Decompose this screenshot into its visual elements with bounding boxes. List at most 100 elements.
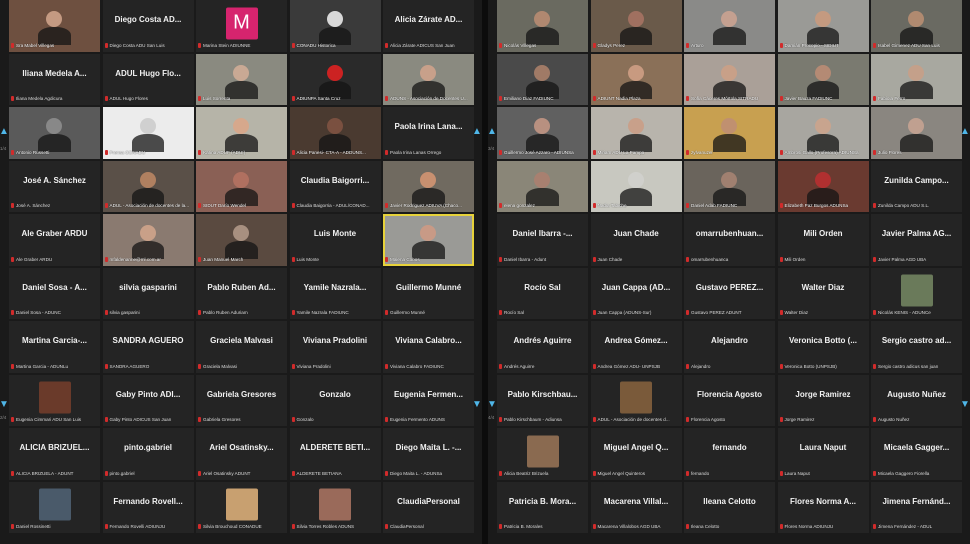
participant-tile[interactable]: Patricia B. Mora... Patricia B. Morales bbox=[497, 481, 588, 533]
participant-tile[interactable]: Guillermo Munné Guillermo Munné bbox=[383, 267, 474, 319]
page-next-down-button[interactable]: ▼ bbox=[960, 391, 970, 417]
participant-tile[interactable]: Graciela Malvasi Graciela Malvasi bbox=[196, 321, 287, 373]
participant-tile[interactable]: silvia gasparini silvia gasparini bbox=[102, 267, 194, 319]
participant-tile[interactable]: ADIUNT Nadia Plaza bbox=[590, 53, 682, 105]
participant-tile[interactable]: Ale Graber ARDU Ale Graber ARDU bbox=[9, 214, 100, 266]
participant-tile[interactable]: Gabriela Gresores Gabriela Gresores bbox=[196, 374, 287, 426]
participant-tile[interactable]: Elizabeth Paz Burgos ADUNSa bbox=[777, 160, 869, 212]
page-prev-down-button[interactable]: ▼ bbox=[487, 391, 497, 417]
participant-tile[interactable]: Jorge Ramirez Jorge Ramirez bbox=[777, 374, 869, 426]
participant-tile[interactable]: Yamile Nazrala... Yamile Nazrala FADIUNC bbox=[289, 267, 381, 319]
participant-tile[interactable]: Javier Rodriguez ADIUVA (Chaco... bbox=[383, 160, 474, 212]
participant-tile[interactable]: Pablo Kirschbau... Pablo Kirschbaum - Adi… bbox=[497, 374, 588, 426]
participant-tile[interactable]: Damián Procopio - SIDIUT bbox=[777, 0, 869, 52]
participant-tile[interactable]: Isabel Gimenez ADU San Luis bbox=[871, 0, 962, 52]
participant-tile[interactable]: Antonio Russetti bbox=[9, 107, 100, 159]
participant-tile[interactable]: Diego Maita L. -... Diego Maita L. - ADUN… bbox=[383, 428, 474, 480]
participant-tile[interactable]: Diego Costa AD... Diego Costa ADU San Lui… bbox=[102, 0, 194, 52]
participant-tile[interactable]: omarrubenhuan... omarrubenhuanca bbox=[684, 214, 775, 266]
participant-tile[interactable]: Fabiola Ferro bbox=[871, 53, 962, 105]
participant-tile[interactable]: Nicolás KENIS - ADUNCe bbox=[871, 267, 962, 319]
participant-tile[interactable]: Alejandro Alejandro bbox=[684, 321, 775, 373]
participant-tile[interactable]: ADUNS - Asociación de Docentes U... bbox=[383, 53, 474, 105]
page-prev-down-button[interactable]: ▼ bbox=[0, 391, 9, 417]
participant-tile[interactable]: Karina ADUF (ADUI) bbox=[196, 107, 287, 159]
participant-tile[interactable]: Sra Mabel Villegas bbox=[9, 0, 100, 52]
participant-tile[interactable]: Guillermo José Azzaro - ADIUNSa bbox=[497, 107, 588, 159]
participant-tile[interactable]: Gustavo PEREZ... Gustavo PEREZ ADUNT bbox=[684, 267, 775, 319]
participant-tile[interactable]: Andrés Aguirre Andrés Aguirre bbox=[497, 321, 588, 373]
participant-tile[interactable]: SANDRA AGUERO SANDRA AGUERO bbox=[102, 321, 194, 373]
participant-tile[interactable]: Sergio castro ad... Sergio castro adicus … bbox=[871, 321, 962, 373]
participant-tile[interactable]: Ariel Osatinsky... Ariel Osatinsky ADUNT bbox=[196, 428, 287, 480]
participant-tile[interactable]: Flores Norma A... Flores Norma ADIUNJU bbox=[777, 481, 869, 533]
participant-tile[interactable]: Prensa CONADU bbox=[102, 107, 194, 159]
participant-tile[interactable]: ALICIA BRIZUEL... ALICIA BRIZUELA - ADUNT bbox=[9, 428, 100, 480]
participant-tile[interactable]: Viviana Pradolini Viviana Pradolini bbox=[289, 321, 381, 373]
participant-tile[interactable]: Zunilda Campo... Zunilda Campo ADU S.L. bbox=[871, 160, 962, 212]
participant-tile[interactable]: José A. Sánchez José A. Sánchez bbox=[9, 160, 100, 212]
participant-tile[interactable]: Walter Diaz Walter Diaz bbox=[777, 267, 869, 319]
participant-tile[interactable]: Rocío Sal Rocío Sal bbox=[497, 267, 588, 319]
participant-tile[interactable]: Alicia Panesi- CTA-A - ADDUNS... bbox=[289, 107, 381, 159]
participant-tile[interactable]: Mili Orden Mili Orden bbox=[777, 214, 869, 266]
participant-tile[interactable]: Silvia Torres Robles ADUNS bbox=[289, 481, 381, 533]
participant-tile[interactable]: Ambrosi Gallo (Profesora) ADIUNSa bbox=[777, 107, 869, 159]
participant-tile[interactable]: ClaudiaPersonal ClaudiaPersonal bbox=[383, 481, 474, 533]
participant-tile[interactable]: ADIUNPA Santa Cruz bbox=[289, 53, 381, 105]
participant-tile[interactable]: Juan Chade Juan Chade bbox=[590, 214, 682, 266]
participant-tile[interactable]: Veronica Botto (... Veronica Botto (UNPSJ… bbox=[777, 321, 869, 373]
page-next-up-button[interactable]: ▲ bbox=[472, 118, 482, 144]
participant-tile[interactable]: Paola Irina Lana... Paola Irina Lanas Orr… bbox=[383, 107, 474, 159]
participant-tile[interactable]: Daniel Sosa - A... Daniel Sosa - ADUNC bbox=[9, 267, 100, 319]
participant-tile[interactable]: elena gonzalez bbox=[497, 160, 588, 212]
participant-tile[interactable]: Emiliano Diaz FADIUNC bbox=[497, 53, 588, 105]
page-next-down-button[interactable]: ▼ bbox=[472, 391, 482, 417]
participant-tile[interactable]: Augusto Nuñez Augusto Nuñez bbox=[871, 374, 962, 426]
participant-tile[interactable]: CONADU Historica bbox=[289, 0, 381, 52]
participant-tile[interactable]: Sofía Cáceres Mórtola SITRADU bbox=[684, 53, 775, 105]
participant-tile[interactable]: Iliana Medela A... Iliana Medela Agdicura bbox=[9, 53, 100, 105]
participant-tile[interactable]: Micaela Gagger... Micaela Gaggero Fiorell… bbox=[871, 428, 962, 480]
participant-tile[interactable]: Daniel Rossinetti bbox=[9, 481, 100, 533]
participant-tile[interactable]: ALDERETE BETI... ALDERETE BETIANA bbox=[289, 428, 381, 480]
participant-tile[interactable]: Jimena Fernánd... Jimena Fernández - ADUL bbox=[871, 481, 962, 533]
participant-tile[interactable]: Javier Palma AG... Javier Palma AGD UBA bbox=[871, 214, 962, 266]
participant-tile[interactable]: Gladys Perez bbox=[590, 0, 682, 52]
participant-tile[interactable]: Eugenia Fermen... Eugenia Fermento ADUNS bbox=[383, 374, 474, 426]
participant-tile[interactable]: fernando fernando bbox=[684, 428, 775, 480]
participant-tile[interactable]: Claudia Baigorri... Claudia Baigorria - A… bbox=[289, 160, 381, 212]
participant-tile[interactable]: Miriam ADU La Pampa bbox=[590, 107, 682, 159]
participant-tile[interactable]: ADUL Hugo Flo... ADUL Hugo Flores bbox=[102, 53, 194, 105]
participant-tile[interactable]: Luis Sorrenta bbox=[196, 53, 287, 105]
participant-tile[interactable]: Fernando Rovell... Fernando Rovelli ADIUN… bbox=[102, 481, 194, 533]
participant-tile[interactable]: Andrea Gómez... Andrea Gómez ADU- UNPSJB bbox=[590, 321, 682, 373]
participant-tile[interactable]: Javier Bauza FADIUNC bbox=[777, 53, 869, 105]
participant-tile[interactable]: Viviana Calabro... Viviana Calabro FADIUN… bbox=[383, 321, 474, 373]
page-prev-up-button[interactable]: ▲ bbox=[487, 118, 497, 144]
participant-tile[interactable]: Florencia Agosto Florencia Agosto bbox=[684, 374, 775, 426]
participant-tile[interactable]: zylvanuzel bbox=[684, 107, 775, 159]
participant-tile[interactable]: Daniel Ibarra -... Daniel Ibarra - Adunt bbox=[497, 214, 588, 266]
participant-tile[interactable]: Juan Manuel March bbox=[196, 214, 287, 266]
participant-tile[interactable]: Nicolás Villegas bbox=[497, 0, 588, 52]
participant-tile[interactable]: Arturo bbox=[684, 0, 775, 52]
participant-tile[interactable]: Eugenia Cimmari ADU San Luis bbox=[9, 374, 100, 426]
participant-tile[interactable]: Nadia Tabiche bbox=[590, 160, 682, 212]
participant-tile[interactable]: Juan Cappa (AD... Juan Cappa (ADUNS-Sur) bbox=[590, 267, 682, 319]
participant-tile[interactable]: Martina Garcia-... Martina Garcia - ADUNL… bbox=[9, 321, 100, 373]
page-next-up-button[interactable]: ▲ bbox=[960, 118, 970, 144]
participant-tile[interactable]: Macarena Villal... Macarena Villalobos AG… bbox=[590, 481, 682, 533]
participant-tile[interactable]: Alicia Beatriz Brizuela bbox=[497, 428, 588, 480]
participant-tile[interactable]: Ileana Celotto Ileana Celotto bbox=[684, 481, 775, 533]
participant-tile[interactable]: Laura Naput Laura Naput bbox=[777, 428, 869, 480]
participant-tile[interactable]: Gonzalo Gonzalo bbox=[289, 374, 381, 426]
participant-tile[interactable]: Luis Monte Luis Monte bbox=[289, 214, 381, 266]
participant-tile[interactable]: SIDUT Darío Wendel bbox=[196, 160, 287, 212]
page-prev-up-button[interactable]: ▲ bbox=[0, 118, 9, 144]
participant-tile[interactable]: Silvia Brouchoud CONADUE bbox=[196, 481, 287, 533]
participant-tile[interactable]: M Marina Stein ADIUNNE bbox=[196, 0, 287, 52]
participant-tile[interactable]: pinto.gabriel pinto.gabriel bbox=[102, 428, 194, 480]
participant-tile[interactable]: Alicia Zárate AD... Alicia Zárate ADICUS … bbox=[383, 0, 474, 52]
participant-tile-active-speaker[interactable]: Malena Cobos bbox=[383, 214, 474, 266]
